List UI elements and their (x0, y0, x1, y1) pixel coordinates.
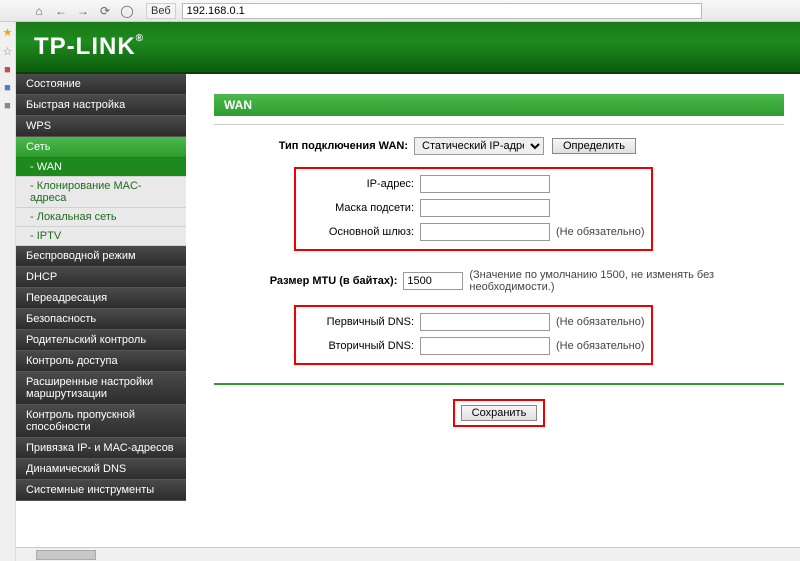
nav-dhcp[interactable]: DHCP (16, 267, 186, 288)
nav-routing[interactable]: Расширенные настройки маршрутизации (16, 372, 186, 405)
nav-bandwidth[interactable]: Контроль пропускной способности (16, 405, 186, 438)
dns1-label: Первичный DNS: (302, 316, 420, 328)
ip-label: IP-адрес: (302, 178, 420, 190)
row-conn-type: Тип подключения WAN: Статический IP-адре… (214, 137, 784, 155)
conn-type-select[interactable]: Статический IP-адрес (414, 137, 544, 155)
globe-icon: ◯ (118, 3, 136, 19)
back-icon[interactable]: ← (52, 3, 70, 19)
mask-input[interactable] (420, 199, 550, 217)
content-area: WAN Тип подключения WAN: Статический IP-… (186, 74, 800, 561)
dns2-input[interactable] (420, 337, 550, 355)
gateway-input[interactable] (420, 223, 550, 241)
mtu-label: Размер MTU (в байтах): (270, 275, 398, 287)
conn-type-label: Тип подключения WAN: (279, 140, 408, 152)
nav-system-tools[interactable]: Системные инструменты (16, 480, 186, 501)
save-button[interactable]: Сохранить (461, 405, 538, 421)
brand-logo: TP-LINK® (34, 33, 144, 61)
nav-sub-lan[interactable]: - Локальная сеть (16, 208, 186, 227)
nav-security[interactable]: Безопасность (16, 309, 186, 330)
nav-forwarding[interactable]: Переадресация (16, 288, 186, 309)
nav-sub-iptv[interactable]: - IPTV (16, 227, 186, 246)
mask-label: Маска подсети: (302, 202, 420, 214)
dns2-hint: (Не обязательно) (556, 340, 645, 352)
square3-icon[interactable]: ■ (4, 100, 11, 112)
dns2-label: Вторичный DNS: (302, 340, 420, 352)
mtu-hint: (Значение по умолчанию 1500, не изменять… (469, 269, 784, 293)
ip-settings-group: IP-адрес: Маска подсети: Основной шлюз: … (294, 167, 653, 251)
save-highlight: Сохранить (453, 399, 546, 427)
forward-icon[interactable]: → (74, 3, 92, 19)
nav-wps[interactable]: WPS (16, 116, 186, 137)
nav-sub-mac-clone[interactable]: - Клонирование MAC-адреса (16, 177, 186, 208)
browser-toolbar: ⌂ ← → ⟳ ◯ Веб (0, 0, 800, 22)
dns1-hint: (Не обязательно) (556, 316, 645, 328)
square2-icon[interactable]: ■ (4, 82, 11, 94)
header-banner: TP-LINK® (16, 22, 800, 74)
nav-ip-mac-binding[interactable]: Привязка IP- и МАС-адресов (16, 438, 186, 459)
address-bar[interactable] (182, 3, 702, 19)
reload-icon[interactable]: ⟳ (96, 3, 114, 19)
mtu-input[interactable] (403, 272, 463, 290)
page-title: WAN (214, 94, 784, 116)
star-icon[interactable]: ★ (3, 26, 13, 39)
browser-sidebar: ★ ☆ ■ ■ ■ (0, 22, 16, 561)
nav-sub-wan[interactable]: - WAN (16, 158, 186, 177)
nav-network[interactable]: Сеть (16, 137, 186, 158)
dns1-input[interactable] (420, 313, 550, 331)
nav-ddns[interactable]: Динамический DNS (16, 459, 186, 480)
home-icon[interactable]: ⌂ (30, 3, 48, 19)
left-nav: Состояние Быстрая настройка WPS Сеть - W… (16, 74, 186, 561)
dns-settings-group: Первичный DNS: (Не обязательно) Вторичны… (294, 305, 653, 365)
router-page: TP-LINK® Состояние Быстрая настройка WPS… (16, 22, 800, 561)
nav-access-control[interactable]: Контроль доступа (16, 351, 186, 372)
star-outline-icon[interactable]: ☆ (3, 45, 13, 58)
horizontal-scrollbar[interactable] (16, 547, 800, 561)
address-label: Веб (146, 3, 176, 19)
detect-button[interactable]: Определить (552, 138, 636, 154)
ip-input[interactable] (420, 175, 550, 193)
gateway-hint: (Не обязательно) (556, 226, 645, 238)
nav-parental[interactable]: Родительский контроль (16, 330, 186, 351)
nav-wireless[interactable]: Беспроводной режим (16, 246, 186, 267)
nav-status[interactable]: Состояние (16, 74, 186, 95)
nav-quick-setup[interactable]: Быстрая настройка (16, 95, 186, 116)
row-mtu: Размер MTU (в байтах): (Значение по умол… (214, 269, 784, 293)
gateway-label: Основной шлюз: (302, 226, 420, 238)
scrollbar-thumb[interactable] (36, 550, 96, 560)
square-icon[interactable]: ■ (4, 64, 11, 76)
